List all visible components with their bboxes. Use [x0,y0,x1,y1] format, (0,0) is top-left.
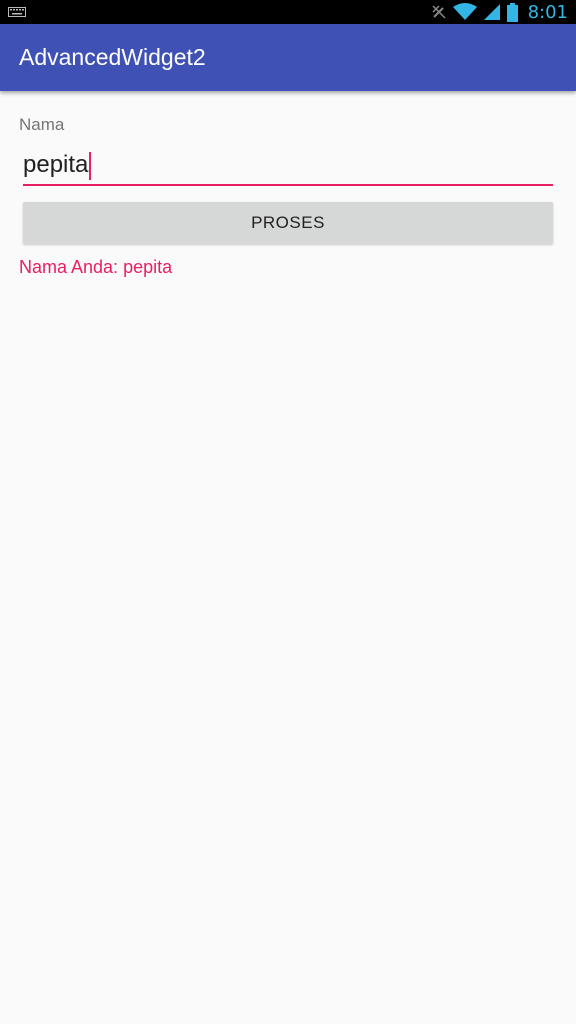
wifi-icon [452,3,477,20]
input-underline [23,184,553,186]
result-text: Nama Anda: pepita [19,257,173,277]
name-field[interactable] [23,146,553,188]
battery-icon [506,2,518,22]
no-signal-icon [432,5,446,19]
proses-button[interactable]: PROSES [23,202,553,244]
name-label: Nama [19,115,65,134]
name-input[interactable] [23,146,553,184]
clock: 8:01 [527,1,568,23]
cell-signal-icon [483,4,500,20]
text-cursor [89,152,92,180]
status-bar: 8:01 [0,0,576,24]
keyboard-icon [8,7,26,17]
app-bar: AdvancedWidget2 [0,24,576,91]
app-title: AdvancedWidget2 [19,44,206,70]
